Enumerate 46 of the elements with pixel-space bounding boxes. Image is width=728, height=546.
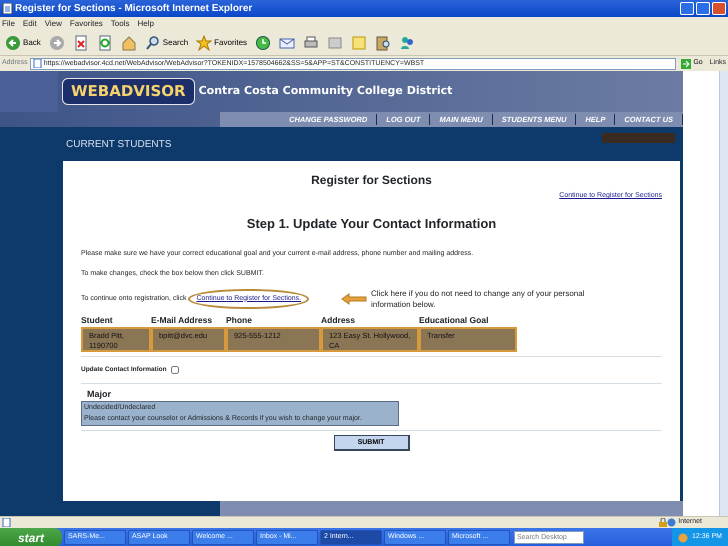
scroll-bar[interactable] xyxy=(719,71,728,516)
close-button[interactable] xyxy=(712,2,726,15)
menu-item[interactable]: View xyxy=(44,18,62,30)
tray-icon xyxy=(678,532,688,542)
refresh-icon xyxy=(96,35,113,51)
people-icon xyxy=(399,35,416,51)
step-heading: Step 1. Update Your Contact Information xyxy=(246,214,498,233)
padlock-icon xyxy=(659,518,668,527)
search-button[interactable]: Search xyxy=(142,34,192,52)
note-icon xyxy=(351,35,368,51)
column-header: Address xyxy=(321,314,356,327)
document-icon xyxy=(327,35,344,51)
page-icon xyxy=(2,3,13,14)
stop-icon xyxy=(72,35,89,51)
column-header: E-Mail Address xyxy=(151,314,214,327)
star-icon xyxy=(196,35,212,51)
window-title: Register for Sections - Microsoft Internet Explorer xyxy=(15,2,254,16)
page-icon xyxy=(32,59,42,68)
major-label: Major xyxy=(87,388,112,401)
menu-item[interactable]: Help xyxy=(137,18,154,30)
column-header: Educational Goal xyxy=(419,314,490,327)
clock-icon xyxy=(255,35,272,51)
favorites-button[interactable]: Favorites xyxy=(193,34,250,52)
menu-item[interactable]: Favorites xyxy=(70,18,103,30)
page-title: Register for Sections xyxy=(310,172,433,189)
start-button[interactable]: start xyxy=(0,528,62,546)
person-photo-placeholder xyxy=(0,71,58,112)
globe-icon xyxy=(667,518,676,527)
book-icon xyxy=(375,35,392,51)
back-button[interactable]: Back xyxy=(2,34,44,52)
maximize-button[interactable] xyxy=(696,2,710,15)
column-header: Phone xyxy=(226,314,253,327)
logo[interactable]: WEBADVISOR xyxy=(62,78,195,105)
house-icon xyxy=(120,35,137,51)
menu-item[interactable]: Edit xyxy=(22,18,37,30)
arrow-icon xyxy=(681,58,692,68)
update-checkbox[interactable] xyxy=(170,366,179,374)
minimize-button[interactable] xyxy=(680,2,694,15)
callout-text: Click here if you do not need to change any of your personal information below. xyxy=(371,288,586,310)
section-title: CURRENT STUDENTS xyxy=(66,138,172,152)
menu-item[interactable]: Tools xyxy=(110,18,130,30)
district-name: Contra Costa Community College District xyxy=(198,83,452,100)
arrow-icon xyxy=(341,293,367,305)
search-icon xyxy=(144,35,161,51)
column-header: Student xyxy=(81,314,114,327)
menu-item[interactable]: File xyxy=(2,18,15,30)
